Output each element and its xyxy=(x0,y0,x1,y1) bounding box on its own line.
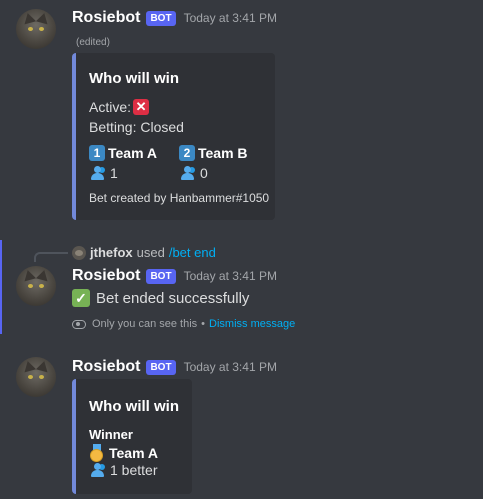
people-icon xyxy=(89,166,107,180)
winner-betters: 1 better xyxy=(89,462,157,478)
bot-tag: BOT xyxy=(146,10,176,26)
embed-footer: Bet created by Hanbammer#1050 xyxy=(89,191,270,205)
timestamp[interactable]: Today at 3:41 PM xyxy=(184,360,277,374)
team-a-count: 1 xyxy=(110,165,118,181)
keycap-1-icon: 1 xyxy=(89,145,105,161)
winner-label: Winner xyxy=(89,427,133,442)
reply-used-text: used xyxy=(136,245,165,260)
timestamp[interactable]: Today at 3:41 PM xyxy=(184,269,277,283)
author-name[interactable]: Rosiebot xyxy=(72,9,140,27)
people-icon xyxy=(89,463,107,477)
edited-marker: (edited) xyxy=(76,37,110,48)
result-embed: Who will win Winner Team A 1 better xyxy=(72,379,192,494)
team-a-betters: 1 xyxy=(89,165,118,181)
cross-mark-icon: ✕ xyxy=(133,99,150,115)
separator-dot: • xyxy=(201,318,206,330)
keycap-2-icon: 2 xyxy=(179,145,195,161)
winner-team-name: Team A xyxy=(109,445,159,461)
message-highlight-bar xyxy=(0,240,2,334)
reply-username[interactable]: jthefox xyxy=(90,245,133,260)
reply-avatar[interactable] xyxy=(72,245,86,260)
ephemeral-text: Only you can see this xyxy=(92,318,198,330)
team-b-option: 2 Team B xyxy=(179,145,248,161)
eye-icon xyxy=(72,319,86,329)
medal-icon xyxy=(89,444,105,462)
message-header: Rosiebot BOT Today at 3:41 PM xyxy=(72,267,277,285)
team-a-option: 1 Team A xyxy=(89,145,157,161)
active-label: Active: xyxy=(89,99,132,115)
betting-status: Betting: Closed xyxy=(89,119,184,135)
bot-tag: BOT xyxy=(146,359,176,375)
bet-embed: Who will win Active: ✕ Betting: Closed 1… xyxy=(72,53,275,220)
command-reply-header: jthefox used /bet end xyxy=(72,245,216,260)
author-name[interactable]: Rosiebot xyxy=(72,267,140,285)
message-header: Rosiebot BOT Today at 3:41 PM xyxy=(72,358,277,376)
people-icon xyxy=(179,166,197,180)
message-content: ✓ Bet ended successfully xyxy=(72,289,249,307)
bot-tag: BOT xyxy=(146,268,176,284)
message-header: Rosiebot BOT Today at 3:41 PM xyxy=(72,9,277,27)
winner-team: Team A xyxy=(89,444,158,462)
embed-title: Who will win xyxy=(89,70,179,87)
success-text: Bet ended successfully xyxy=(96,289,250,307)
betters-count: 1 better xyxy=(110,462,158,478)
team-b-count: 0 xyxy=(200,165,208,181)
ephemeral-notice: Only you can see this • Dismiss message xyxy=(72,318,295,330)
team-a-label: Team A xyxy=(108,145,158,161)
active-status: Active: ✕ xyxy=(89,99,150,115)
bot-avatar[interactable] xyxy=(16,266,56,306)
bot-avatar[interactable] xyxy=(16,9,56,49)
dismiss-message-link[interactable]: Dismiss message xyxy=(209,318,295,330)
team-b-label: Team B xyxy=(198,145,248,161)
embed-title: Who will win xyxy=(89,398,179,415)
reply-connector xyxy=(34,252,68,262)
check-mark-icon: ✓ xyxy=(72,289,90,307)
timestamp[interactable]: Today at 3:41 PM xyxy=(184,11,277,25)
author-name[interactable]: Rosiebot xyxy=(72,358,140,376)
bot-avatar[interactable] xyxy=(16,357,56,397)
team-b-betters: 0 xyxy=(179,165,208,181)
reply-command[interactable]: /bet end xyxy=(169,245,216,260)
